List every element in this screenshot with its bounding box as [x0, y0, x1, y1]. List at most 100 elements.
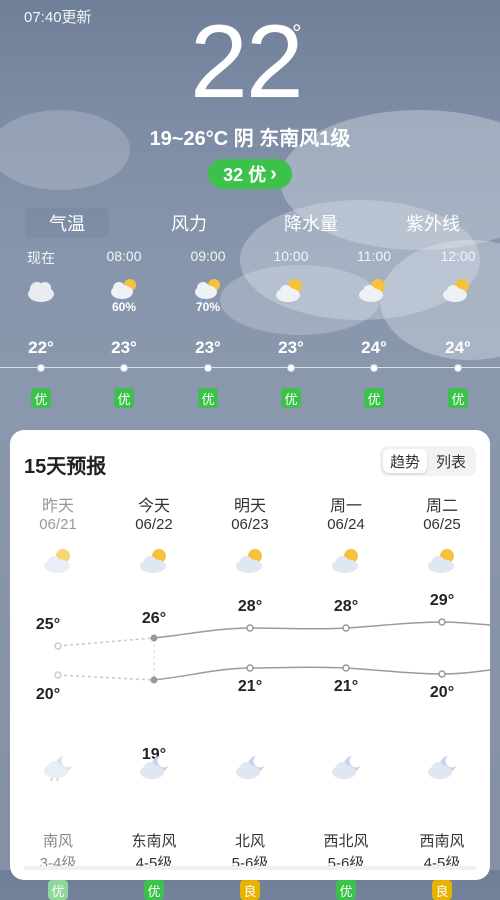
aqi-badge: 优	[364, 388, 384, 408]
hour-time: 现在	[27, 250, 55, 266]
day-date: 06/24	[327, 516, 365, 533]
day-high: 28°	[237, 598, 263, 615]
update-time: 07:40更新	[24, 9, 92, 26]
temp-point	[37, 364, 45, 372]
high-trend	[153, 621, 490, 639]
partly-sunny-icon	[332, 549, 358, 573]
aqi-badge: 优	[336, 880, 356, 900]
list-view-button[interactable]: 列表	[429, 449, 473, 473]
hour-temp: 23°	[278, 338, 304, 357]
day-low: 21°	[237, 678, 263, 695]
hour-temp: 24°	[361, 338, 387, 357]
hour-temp: 23°	[111, 338, 137, 357]
hour-time: 11:00	[357, 248, 391, 264]
day-high: 25°	[35, 616, 61, 633]
hour-time: 09:00	[190, 248, 226, 264]
tab-temperature[interactable]: 气温	[25, 208, 109, 238]
temp-point	[454, 364, 462, 372]
view-toggle: 趋势 列表	[380, 446, 476, 476]
hourly-forecast: 现在 22° 优 08:00 60% 23° 优 09:00 70% 23° 优…	[0, 246, 500, 416]
hour-time: 10:00	[273, 248, 309, 264]
hourly-tabs: 气温 风力 降水量 紫外线	[0, 208, 500, 240]
high-point	[438, 618, 446, 626]
forecast-card: 15天预报 趋势 列表 昨天 06/21 25° 20° 南风 3-4级 优 今…	[10, 430, 490, 900]
day-wind: 北风	[234, 833, 265, 850]
partly-sunny-icon	[443, 279, 469, 302]
day-high: 26°	[141, 610, 167, 627]
temp-point	[287, 364, 295, 372]
day-high: 28°	[333, 598, 359, 615]
degree-symbol: °	[292, 20, 302, 47]
hour-time: 08:00	[106, 248, 142, 264]
aqi-badge: 优	[144, 880, 164, 900]
chevron-right-icon: ›	[270, 162, 277, 185]
hour-temp: 24°	[445, 338, 471, 357]
current-temperature: 22	[190, 4, 304, 120]
tab-uv[interactable]: 紫外线	[391, 208, 475, 238]
day-wind: 南风	[42, 833, 73, 850]
forecast-title: 15天预报	[24, 456, 107, 478]
partly-sunny-icon	[276, 279, 302, 302]
partly-sunny-icon	[140, 549, 166, 573]
day-name: 昨天	[41, 498, 74, 515]
day-name: 明天	[233, 498, 266, 515]
high-point	[342, 624, 350, 632]
aqi-badge: 优	[448, 388, 468, 408]
aqi-badge: 优	[198, 388, 218, 408]
hour-temp: 23°	[195, 338, 221, 357]
day-wind: 西北风	[323, 833, 369, 850]
cloudy-icon	[28, 282, 54, 302]
low-point	[54, 671, 62, 679]
low-point	[246, 664, 254, 672]
day-wind: 西南风	[419, 833, 465, 850]
cloudy-night-icon	[332, 756, 360, 779]
low-point	[150, 676, 158, 684]
partly-sunny-icon	[236, 549, 262, 573]
partly-sunny-icon	[44, 549, 70, 573]
day-date: 06/21	[39, 516, 77, 533]
trend-view-button[interactable]: 趋势	[383, 449, 427, 473]
aqi-badge: 优	[31, 388, 51, 408]
low-point	[438, 670, 446, 678]
bottom-strip	[24, 866, 476, 870]
low-point	[342, 664, 350, 672]
temp-point	[204, 364, 212, 372]
temp-point	[120, 364, 128, 372]
hour-temp: 22°	[28, 338, 54, 357]
aqi-label: 32 优	[223, 165, 267, 185]
high-point	[150, 634, 158, 642]
partly-sunny-icon	[359, 279, 385, 302]
tab-precipitation[interactable]: 降水量	[269, 208, 353, 238]
hour-time: 12:00	[440, 248, 476, 264]
aqi-badge: 优	[48, 880, 68, 900]
day-name: 周一	[329, 498, 362, 515]
day-date: 06/22	[135, 516, 173, 533]
tab-wind[interactable]: 风力	[147, 208, 231, 238]
cloudy-night-icon	[140, 756, 168, 779]
day-date: 06/25	[423, 516, 461, 533]
day-wind: 东南风	[131, 833, 177, 850]
temp-point	[370, 364, 378, 372]
hour-precip: 70%	[195, 300, 221, 314]
aqi-badge: 优	[114, 388, 134, 408]
day-name: 今天	[137, 498, 170, 515]
cloudy-night-icon	[236, 756, 264, 779]
weather-summary: 19~26°C 阴 东南风1级	[149, 128, 351, 150]
aqi-button[interactable]: 32 优 ›	[208, 159, 292, 189]
cloudy-night-rain-icon	[44, 756, 72, 782]
day-date: 06/23	[231, 516, 269, 533]
low-trend-past	[57, 674, 155, 681]
high-trend-past	[57, 637, 155, 647]
aqi-badge: 良	[432, 880, 452, 900]
partly-sunny-icon	[428, 549, 454, 573]
high-point	[246, 624, 254, 632]
day-low: 20°	[35, 686, 61, 703]
day-name: 周二	[425, 498, 458, 515]
cloudy-night-icon	[428, 756, 456, 779]
day-high: 29°	[429, 592, 455, 609]
high-point	[54, 642, 62, 650]
hour-precip: 60%	[111, 300, 137, 314]
aqi-badge: 良	[240, 880, 260, 900]
day-low: 21°	[333, 678, 359, 695]
aqi-badge: 优	[281, 388, 301, 408]
